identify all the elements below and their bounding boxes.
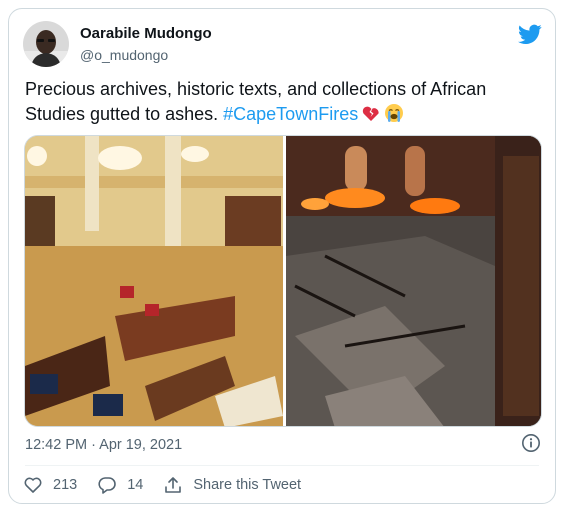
heart-icon [24, 477, 42, 493]
library-photo[interactable] [25, 136, 283, 427]
info-icon[interactable] [521, 433, 541, 453]
author-name[interactable]: Oarabile Mudongo [80, 25, 212, 43]
tweet-card[interactable]: Oarabile Mudongo @o_mudongo Precious arc… [8, 8, 556, 504]
author-handle[interactable]: @o_mudongo [80, 46, 168, 64]
reply-icon [98, 477, 116, 494]
share-icon [165, 477, 182, 493]
like-count: 213 [53, 477, 78, 493]
loudly-crying-face-icon [384, 103, 404, 123]
broken-heart-icon [361, 103, 381, 123]
share-button[interactable]: Share this Tweet [163, 475, 301, 495]
burnt-library-photo[interactable] [286, 136, 542, 427]
like-button[interactable]: 213 [23, 475, 77, 495]
tweet-media[interactable] [24, 135, 542, 427]
hashtag-link[interactable]: #CapeTownFires [223, 104, 358, 124]
divider [25, 465, 539, 466]
action-bar: 213 14 Share this Tweet [23, 473, 321, 497]
tweet-text: Precious archives, historic texts, and c… [25, 77, 543, 127]
avatar[interactable] [23, 21, 69, 67]
tweet-timestamp[interactable]: 12:42 PM · Apr 19, 2021 [25, 435, 182, 455]
reply-count: 14 [127, 477, 144, 493]
reply-button[interactable]: 14 [97, 475, 143, 495]
twitter-bird-icon[interactable] [518, 22, 542, 46]
share-label: Share this Tweet [193, 477, 302, 493]
